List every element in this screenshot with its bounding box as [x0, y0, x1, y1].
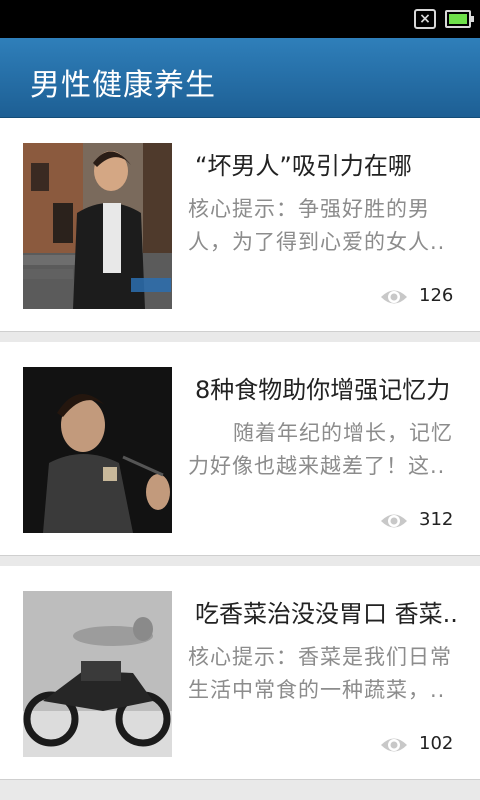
list-item[interactable]: “坏男人”吸引力在哪 核心提示：争强好胜的男人，为了得到心爱的女人.. 126	[0, 118, 480, 332]
view-count-value: 312	[419, 509, 454, 530]
article-summary: 核心提示：香菜是我们日常生活中常食的一种蔬菜，..	[188, 645, 452, 702]
article-thumbnail[interactable]	[23, 367, 172, 533]
article-title[interactable]: “坏男人”吸引力在哪	[195, 146, 470, 181]
article-title[interactable]: 8种食物助你增强记忆力	[195, 370, 470, 405]
article-summary: 核心提示：争强好胜的男人，为了得到心爱的女人..	[188, 197, 446, 254]
app-header: 男性健康养生	[0, 38, 480, 118]
page-title: 男性健康养生	[30, 68, 216, 103]
view-count-value: 126	[419, 285, 454, 306]
battery-icon	[445, 10, 474, 28]
article-list: “坏男人”吸引力在哪 核心提示：争强好胜的男人，为了得到心爱的女人.. 126	[0, 118, 480, 780]
article-thumbnail[interactable]	[23, 591, 172, 757]
view-count-value: 102	[419, 733, 454, 754]
no-sim-icon: ×	[414, 9, 436, 29]
eye-icon	[381, 514, 407, 528]
list-item[interactable]: 8种食物助你增强记忆力 随着年纪的增长，记忆力好像也越来越差了！这.. 312	[0, 342, 480, 556]
article-summary: 随着年纪的增长，记忆力好像也越来越差了！这..	[188, 421, 453, 478]
article-thumbnail[interactable]	[23, 143, 172, 309]
article-title[interactable]: 吃香菜治没没胃口 香菜..	[195, 594, 470, 629]
status-bar: ×	[0, 0, 480, 38]
list-item[interactable]: 吃香菜治没没胃口 香菜.. 核心提示：香菜是我们日常生活中常食的一种蔬菜，.. …	[0, 566, 480, 780]
eye-icon	[381, 738, 407, 752]
eye-icon	[381, 290, 407, 304]
